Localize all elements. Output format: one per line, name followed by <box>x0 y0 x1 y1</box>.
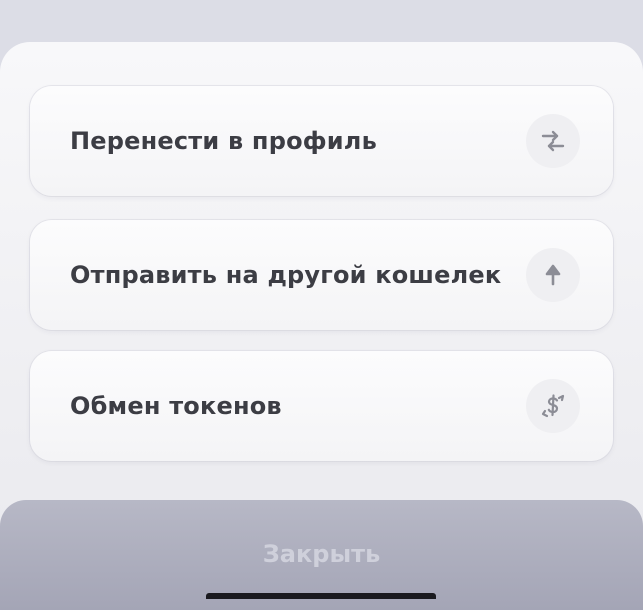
token-swap-icon <box>541 394 565 418</box>
send-to-wallet-button[interactable]: Отправить на другой кошелек <box>30 220 613 330</box>
swap-icon-badge <box>526 379 580 433</box>
transfer-arrows-icon <box>541 130 565 152</box>
arrow-up-icon <box>545 264 561 286</box>
send-to-wallet-label: Отправить на другой кошелек <box>70 261 502 289</box>
transfer-to-profile-button[interactable]: Перенести в профиль <box>30 86 613 196</box>
send-icon-badge <box>526 248 580 302</box>
token-swap-button[interactable]: Обмен токенов <box>30 351 613 461</box>
home-indicator <box>206 593 436 599</box>
transfer-icon-badge <box>526 114 580 168</box>
token-swap-label: Обмен токенов <box>70 392 282 420</box>
transfer-to-profile-label: Перенести в профиль <box>70 127 377 155</box>
close-button-label: Закрыть <box>262 540 381 568</box>
